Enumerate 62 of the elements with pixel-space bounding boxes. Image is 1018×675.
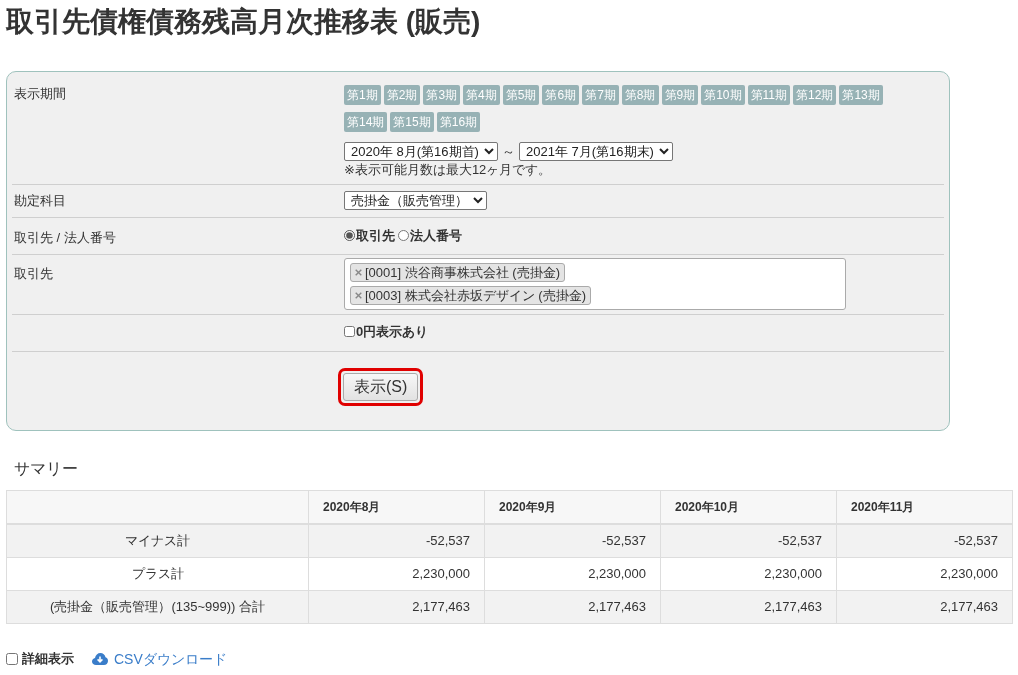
table-cell: 2,177,463 xyxy=(660,590,837,623)
table-cell: 2,230,000 xyxy=(484,557,661,590)
period-button[interactable]: 第15期 xyxy=(390,112,434,132)
radio-label[interactable]: 法人番号 xyxy=(410,225,462,246)
range-separator: ～ xyxy=(501,143,516,161)
csv-download-link[interactable]: CSVダウンロード xyxy=(114,649,227,668)
field-label: 取引先 xyxy=(14,265,53,281)
checkbox-label[interactable]: 0円表示あり xyxy=(356,321,429,342)
period-button[interactable]: 第5期 xyxy=(502,85,540,105)
note-text: ※表示可能月数は最大12ヶ月です。 xyxy=(344,161,553,178)
page-title: 取引先債権債務残高月次推移表 (販売) xyxy=(6,5,482,39)
table-cell: -52,537 xyxy=(660,524,837,557)
remove-icon xyxy=(355,268,362,276)
period-button[interactable]: 第7期 xyxy=(582,85,619,105)
field-label: 取引先 / 法人番号 xyxy=(14,229,116,245)
radio-label[interactable]: 取引先 xyxy=(356,225,395,246)
period-button[interactable]: 第1期 xyxy=(344,85,381,105)
table-cell: 2,177,463 xyxy=(836,590,1013,623)
table-cell: -52,537 xyxy=(836,524,1013,557)
display-button[interactable]: 表示(S) xyxy=(343,372,419,401)
checkbox[interactable] xyxy=(6,652,18,665)
table-cell: 2,230,000 xyxy=(836,557,1013,590)
radio-button[interactable] xyxy=(398,230,409,241)
table-cell: -52,537 xyxy=(308,524,485,557)
period-button[interactable]: 第8期 xyxy=(621,85,659,105)
period-button[interactable]: 第11期 xyxy=(747,85,790,105)
period-button[interactable]: 第10期 xyxy=(701,85,745,105)
tag-chip[interactable]: [0001] 渋谷商事株式会社 (売掛金) xyxy=(350,262,566,282)
checkbox-label[interactable]: 詳細表示 xyxy=(22,649,74,668)
table-cell: 2,230,000 xyxy=(660,557,837,590)
row-label-cell: マイナス計 xyxy=(6,524,309,557)
table-cell: 2,177,463 xyxy=(484,590,661,623)
remove-icon xyxy=(355,291,362,299)
tag-chip[interactable]: [0003] 株式会社赤坂デザイン (売掛金) xyxy=(350,285,592,305)
row-label-cell: プラス計 xyxy=(6,557,309,590)
row-label-cell: (売掛金（販売管理）(135~999)) 合計 xyxy=(6,590,309,623)
period-button[interactable]: 第4期 xyxy=(463,85,500,105)
end-month-select[interactable]: 2021年 7月(第16期末) xyxy=(519,142,673,162)
period-button[interactable]: 第14期 xyxy=(344,112,388,132)
period-button[interactable]: 第16期 xyxy=(436,112,481,132)
column-header: 2020年10月 xyxy=(660,490,837,524)
table-cell: 2,230,000 xyxy=(308,557,485,590)
table-cell: 2,177,463 xyxy=(308,590,485,623)
account-select[interactable]: 売掛金（販売管理） xyxy=(344,190,487,210)
cloud-download-icon xyxy=(92,652,108,665)
radio-button[interactable] xyxy=(344,230,355,241)
field-label: 勘定科目 xyxy=(14,192,66,208)
tag-input-field[interactable]: [0001] 渋谷商事株式会社 (売掛金) [0003] 株式会社赤坂デザイン (売掛金) xyxy=(344,257,846,310)
period-button[interactable]: 第13期 xyxy=(839,85,883,105)
period-button[interactable]: 第3期 xyxy=(423,85,461,105)
period-button[interactable]: 第2期 xyxy=(383,85,421,105)
period-button[interactable]: 第12期 xyxy=(793,85,837,105)
checkbox[interactable] xyxy=(344,326,355,337)
start-month-select[interactable]: 2020年 8月(第16期首) xyxy=(344,142,498,162)
period-button[interactable]: 第6期 xyxy=(542,85,580,105)
column-header: 2020年11月 xyxy=(836,490,1013,524)
column-header: 2020年8月 xyxy=(308,490,485,524)
section-heading: サマリー xyxy=(14,458,79,479)
column-header: 2020年9月 xyxy=(484,490,661,524)
table-cell: -52,537 xyxy=(484,524,661,557)
field-label: 表示期間 xyxy=(14,86,66,101)
period-button[interactable]: 第9期 xyxy=(661,85,699,105)
